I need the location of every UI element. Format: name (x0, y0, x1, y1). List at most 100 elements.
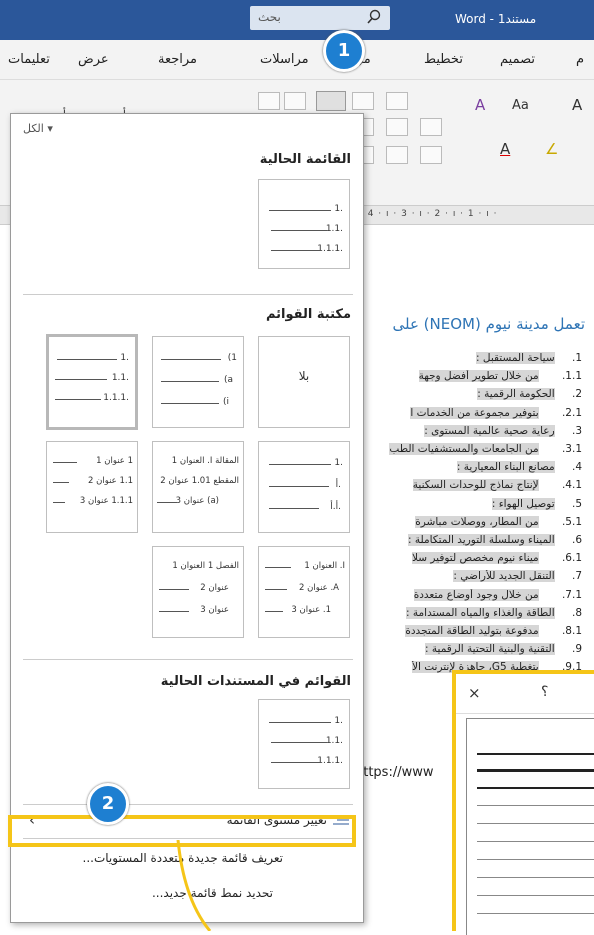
search-icon (367, 9, 381, 24)
list-number: 3.1. (561, 443, 582, 455)
doc-list-item[interactable]: 3.1. من الجامعات والمستشفيات الطب (347, 443, 582, 460)
indent-increase-button[interactable] (258, 92, 280, 110)
search-placeholder: بحث (258, 10, 281, 24)
tile-level-label: 1 عنوان 1 (96, 456, 133, 466)
list-number: 7.1. (561, 588, 582, 601)
filter-dropdown[interactable]: الكل ▾ (23, 122, 53, 135)
tab-mailings[interactable]: مراسلات (260, 52, 309, 67)
tab-view[interactable]: عرض (78, 52, 109, 67)
doc-list-item[interactable]: 1. سياحة المستقبل : (347, 352, 582, 369)
bullets-button[interactable] (386, 92, 408, 110)
tile-line (265, 567, 291, 568)
tile-level-label: 1. (120, 353, 129, 363)
tile-line (269, 722, 331, 723)
line-spacing-button[interactable] (420, 118, 442, 136)
tile-line (53, 502, 65, 503)
list-style-numeric[interactable]: 1. 1.1. 1.1.1. (46, 334, 138, 430)
highlight-color-button[interactable]: ∠ (545, 140, 558, 158)
current-list-tile[interactable]: 1. 1.1. 1.1.1. (258, 179, 350, 269)
tile-level-label: 1. (334, 716, 343, 726)
grow-font-icon[interactable]: A (572, 96, 582, 114)
tile-line (159, 611, 189, 612)
tab-review[interactable]: مراجعة (158, 52, 197, 67)
doc-list-item[interactable]: 7. التنقل الجديد للأراضي : (347, 570, 582, 587)
title-bar: بحث مستند1 - Word (0, 0, 594, 40)
text-effects-icon[interactable]: A (475, 96, 485, 114)
tile-line (53, 482, 69, 483)
change-case-button[interactable]: Aa (512, 98, 529, 113)
list-number: 8.1. (561, 625, 582, 637)
doc-list-item[interactable]: 3. رعاية صحية عالمية المستوى : (347, 424, 582, 442)
list-text: التنقل الجديد للأراضي : (453, 570, 555, 583)
numbering-button[interactable] (352, 92, 374, 110)
list-number: 5.1. (561, 515, 582, 528)
ruler-marks: · 4 · ı · 3 · ı · 2 · ı · 1 · ı · (360, 209, 498, 219)
list-text: الميناء وسلسلة التوريد المتكاملة : (407, 534, 555, 546)
multilevel-list-button[interactable] (316, 91, 346, 111)
tile-level-label: 1.1.1 عنوان 3 (79, 496, 133, 506)
doc-url: https://www (355, 765, 434, 780)
indent-decrease-button[interactable] (284, 92, 306, 110)
section-divider (23, 659, 353, 660)
tile-line (269, 508, 319, 509)
tab-help[interactable]: تعليمات (8, 52, 50, 67)
list-style-chapter[interactable]: الفصل 1 العنوان 1 عنوان 2 عنوان 3 (152, 546, 244, 638)
tile-line (57, 359, 117, 360)
list-text: بتوفير مجموعة من الخدمات ا (410, 406, 539, 419)
help-icon[interactable]: ؟ (541, 684, 548, 700)
list-number: 6. (571, 534, 582, 546)
doc-list-item[interactable]: 2. الحكومة الرقمية : (347, 388, 582, 405)
tab-layout[interactable]: تخطيط (424, 52, 463, 67)
show-marks-button[interactable] (420, 146, 442, 164)
list-text: من خلال وجود أوضاع متعددة (413, 588, 539, 601)
tab-home[interactable]: م (576, 52, 584, 67)
list-style-heading-numbered[interactable]: 1 عنوان 1 1.1 عنوان 2 1.1.1 عنوان 3 (46, 441, 138, 533)
preview-line (477, 753, 594, 755)
list-style-article[interactable]: المقالة I. العنوان 1 المقطع 1.01 عنوان 2… (152, 441, 244, 533)
list-number: 3. (571, 424, 582, 437)
doc-heading: تعمل مدينة نيوم (NEOM) على (392, 315, 586, 333)
tile-line (271, 742, 327, 743)
list-style-roman[interactable]: I. العنوان 1 A. عنوان 2 1. عنوان 3 (258, 546, 350, 638)
tile-line (265, 611, 283, 612)
doc-list-item[interactable]: 9. التقنية والبنية التحتية الرقمية : (347, 643, 582, 660)
doc-list-item[interactable]: 5. توصيل الهواء : (347, 497, 582, 515)
list-style-paren[interactable]: (1 (a (i (152, 336, 244, 428)
list-text: التقنية والبنية التحتية الرقمية : (425, 643, 555, 656)
tile-level-label: A. عنوان 2 (299, 583, 339, 593)
doc-list-item[interactable]: 2.1. بتوفير مجموعة من الخدمات ا (347, 406, 582, 424)
connector-curve (176, 840, 212, 931)
list-number: 6.1. (561, 552, 582, 565)
justify-button[interactable] (386, 118, 408, 136)
preview-line (477, 913, 594, 914)
preview-line (477, 805, 594, 806)
sort-button[interactable] (386, 146, 408, 164)
tile-line (271, 230, 327, 231)
search-box[interactable]: بحث (250, 6, 390, 30)
tile-level-label: أ.أ. (330, 502, 341, 512)
list-number: 1. (571, 352, 582, 364)
preview-line (477, 859, 594, 860)
document-list-tile[interactable]: 1. 1.1. 1.1.1. (258, 699, 350, 789)
list-style-arabic-letters[interactable]: 1. أ. أ.أ. (258, 441, 350, 533)
dialog-header: × ؟ (456, 674, 594, 714)
doc-list-item[interactable]: 7.1. من خلال وجود أوضاع متعددة (347, 588, 582, 606)
doc-list-item[interactable]: 4.1. لإنتاج نماذج للوحدات السكنية (347, 479, 582, 496)
doc-list-item[interactable]: 6.1. ميناء نيوم مخصص لتوفير سلا (347, 552, 582, 569)
tile-level-label: 1. عنوان 3 (291, 605, 331, 615)
tile-level-label: 1. (334, 204, 343, 214)
tile-level-label: 1.1.1. (103, 393, 129, 403)
doc-list-item[interactable]: 5.1. من المطار، ووصلات مباشرة (347, 515, 582, 533)
doc-list-item[interactable]: 4. مصانع البناء المعيارية : (347, 461, 582, 478)
tile-level-label: I. العنوان 1 (304, 561, 345, 571)
font-color-button[interactable]: A (500, 140, 510, 158)
preview-line (477, 823, 594, 824)
close-icon[interactable]: × (468, 684, 481, 702)
doc-list-item[interactable]: 6. الميناء وسلسلة التوريد المتكاملة : (347, 534, 582, 551)
doc-list-item[interactable]: 1.1. من خلال تطوير أفضل وجهة (347, 370, 582, 387)
doc-list-item[interactable]: 8.1. مدفوعة بتوليد الطاقة المتجددة (347, 625, 582, 642)
doc-list-item[interactable]: 8. الطاقة والغذاء والمياه المستدامة : (347, 606, 582, 624)
list-style-none[interactable]: بلا (258, 336, 350, 428)
tile-level-label: الفصل 1 العنوان 1 (172, 561, 239, 571)
tab-design[interactable]: تصميم (500, 52, 535, 67)
